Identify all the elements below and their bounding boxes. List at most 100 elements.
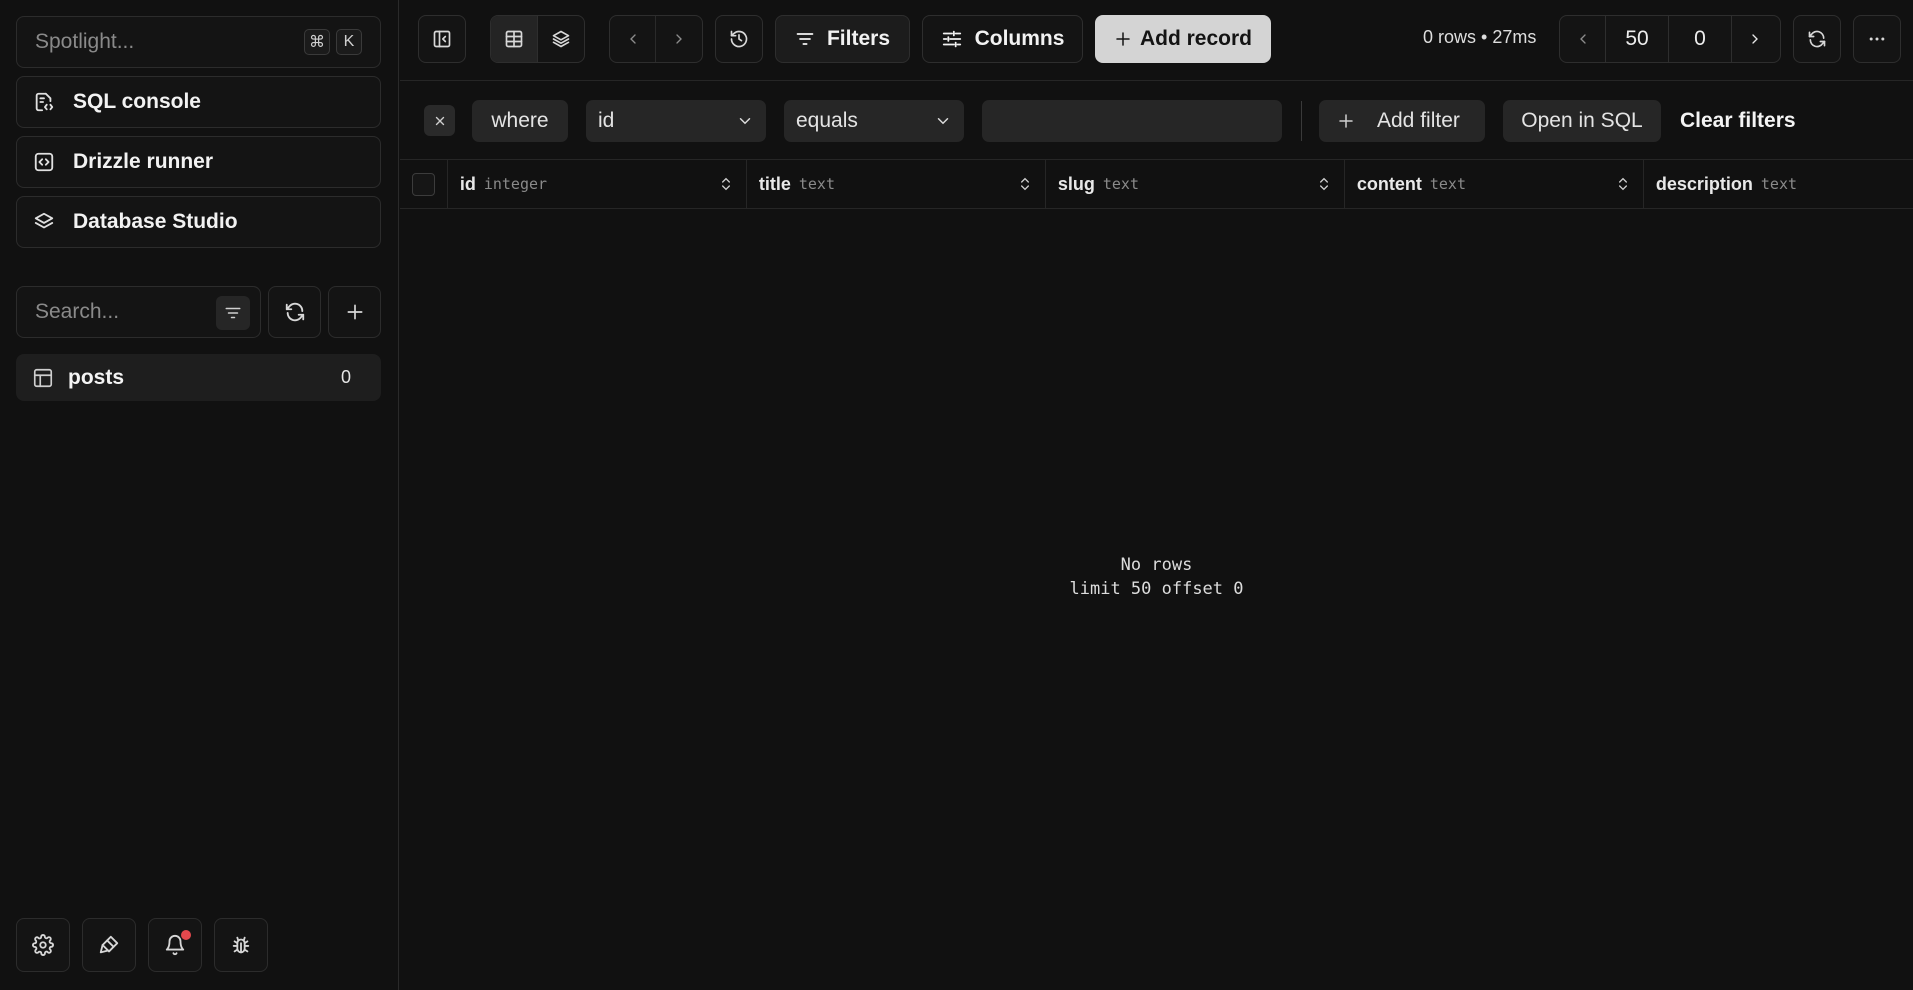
filter-operator-select[interactable]: equals — [784, 100, 964, 142]
empty-subtitle: limit 50 offset 0 — [1069, 579, 1244, 599]
nav-drizzle-runner-label: Drizzle runner — [73, 150, 214, 173]
chevron-down-icon — [736, 112, 754, 130]
add-filter-label: Add filter — [1377, 109, 1460, 132]
prev-page-button[interactable] — [1560, 16, 1606, 62]
column-header-slug[interactable]: slug text — [1046, 160, 1345, 208]
table-item-posts[interactable]: posts 0 — [16, 354, 381, 401]
refresh-button[interactable] — [1793, 15, 1841, 63]
history-icon — [729, 29, 749, 49]
filter-column-value: id — [598, 109, 615, 132]
column-name: slug — [1057, 173, 1095, 194]
nav-sql-console[interactable]: SQL console — [16, 76, 381, 128]
filter-lines-icon — [795, 29, 815, 49]
back-button[interactable] — [610, 16, 657, 62]
rows-timing-info: 0 rows • 27ms — [1423, 27, 1537, 47]
table-search-input[interactable] — [35, 300, 195, 324]
column-header-title[interactable]: title text — [747, 160, 1046, 208]
table-icon — [32, 367, 54, 389]
nav-database-studio[interactable]: Database Studio — [16, 196, 381, 248]
column-header-content[interactable]: content text — [1345, 160, 1644, 208]
column-name: id — [459, 173, 476, 194]
select-all-cell — [400, 160, 448, 208]
more-horizontal-icon — [1867, 29, 1887, 49]
spotlight-shortcut: ⌘ K — [304, 29, 362, 55]
column-type: text — [1760, 175, 1798, 193]
open-in-sql-button[interactable]: Open in SQL — [1503, 100, 1661, 142]
brush-icon — [98, 934, 120, 956]
column-type: text — [1102, 175, 1139, 193]
chevron-left-icon — [625, 31, 641, 47]
column-header-id[interactable]: id integer — [448, 160, 747, 208]
table-view-button[interactable] — [491, 16, 538, 62]
history-button[interactable] — [715, 15, 763, 63]
filters-button[interactable]: Filters — [775, 15, 910, 63]
more-options-button[interactable] — [1853, 15, 1901, 63]
k-key-badge: K — [336, 29, 362, 55]
report-bug-button[interactable] — [214, 918, 268, 972]
sql-file-icon — [33, 91, 55, 113]
nav-database-studio-label: Database Studio — [73, 210, 238, 233]
code-square-icon — [33, 151, 55, 173]
offset-field[interactable]: 0 — [1669, 16, 1732, 62]
column-name: content — [1356, 173, 1422, 194]
sort-icon[interactable] — [1615, 176, 1631, 192]
toggle-sidebar-button[interactable] — [418, 15, 466, 63]
sidebar-collapse-icon — [432, 29, 452, 49]
filters-label: Filters — [826, 27, 891, 50]
where-label: where — [472, 100, 568, 142]
filter-divider — [1301, 101, 1302, 141]
column-type: integer — [483, 175, 548, 193]
theme-button[interactable] — [82, 918, 136, 972]
command-key-badge: ⌘ — [304, 29, 330, 55]
table-item-name: posts — [68, 365, 125, 389]
clear-filters-button[interactable]: Clear filters — [1680, 109, 1796, 133]
column-header-description[interactable]: description text — [1644, 160, 1913, 208]
chevron-down-icon — [934, 112, 952, 130]
chevron-right-icon — [671, 31, 687, 47]
empty-title: No rows — [1120, 555, 1193, 575]
filter-operator-value: equals — [796, 109, 858, 132]
filter-value-input[interactable] — [982, 100, 1282, 142]
columns-button[interactable]: Columns — [922, 15, 1083, 63]
add-table-button[interactable] — [328, 286, 381, 338]
sidebar: Spotlight... ⌘ K SQL console Drizzle run… — [0, 0, 399, 990]
next-page-button[interactable] — [1732, 16, 1778, 62]
remove-filter-button[interactable] — [424, 105, 455, 136]
limit-field[interactable]: 50 — [1606, 16, 1669, 62]
select-all-checkbox[interactable] — [411, 172, 435, 196]
sort-icon[interactable] — [1316, 176, 1332, 192]
forward-button[interactable] — [656, 16, 702, 62]
history-nav-group — [609, 15, 703, 63]
settings-button[interactable] — [16, 918, 70, 972]
notification-dot — [181, 930, 191, 940]
filter-column-select[interactable]: id — [586, 100, 766, 142]
grid-icon — [504, 29, 524, 49]
column-name: description — [1655, 173, 1753, 194]
structure-view-button[interactable] — [538, 16, 585, 62]
add-record-label: Add record — [1139, 27, 1252, 50]
column-type: text — [798, 175, 835, 193]
nav-drizzle-runner[interactable]: Drizzle runner — [16, 136, 381, 188]
nav-sql-console-label: SQL console — [73, 90, 201, 113]
plus-icon — [1114, 30, 1132, 48]
columns-label: Columns — [974, 27, 1065, 50]
refresh-tables-button[interactable] — [268, 286, 321, 338]
bug-icon — [230, 934, 252, 956]
add-filter-button[interactable]: Add filter — [1319, 100, 1485, 142]
grid-header: id integer title text slug text content … — [400, 160, 1913, 209]
chevron-left-icon — [1575, 31, 1591, 47]
sort-icon[interactable] — [1017, 176, 1033, 192]
add-record-button[interactable]: Add record — [1095, 15, 1271, 63]
notifications-button[interactable] — [148, 918, 202, 972]
filter-lines-icon[interactable] — [216, 296, 250, 330]
layers-icon — [33, 211, 55, 233]
spotlight-placeholder: Spotlight... — [35, 30, 135, 53]
sliders-icon — [941, 28, 963, 50]
column-name: title — [758, 173, 791, 194]
spotlight-button[interactable]: Spotlight... ⌘ K — [16, 16, 381, 68]
sort-icon[interactable] — [718, 176, 734, 192]
table-search-box — [16, 286, 261, 338]
view-toggle-group — [490, 15, 585, 63]
toolbar: Filters Columns Add record 0 rows • 27ms… — [400, 0, 1913, 80]
open-in-sql-label: Open in SQL — [1521, 109, 1643, 132]
